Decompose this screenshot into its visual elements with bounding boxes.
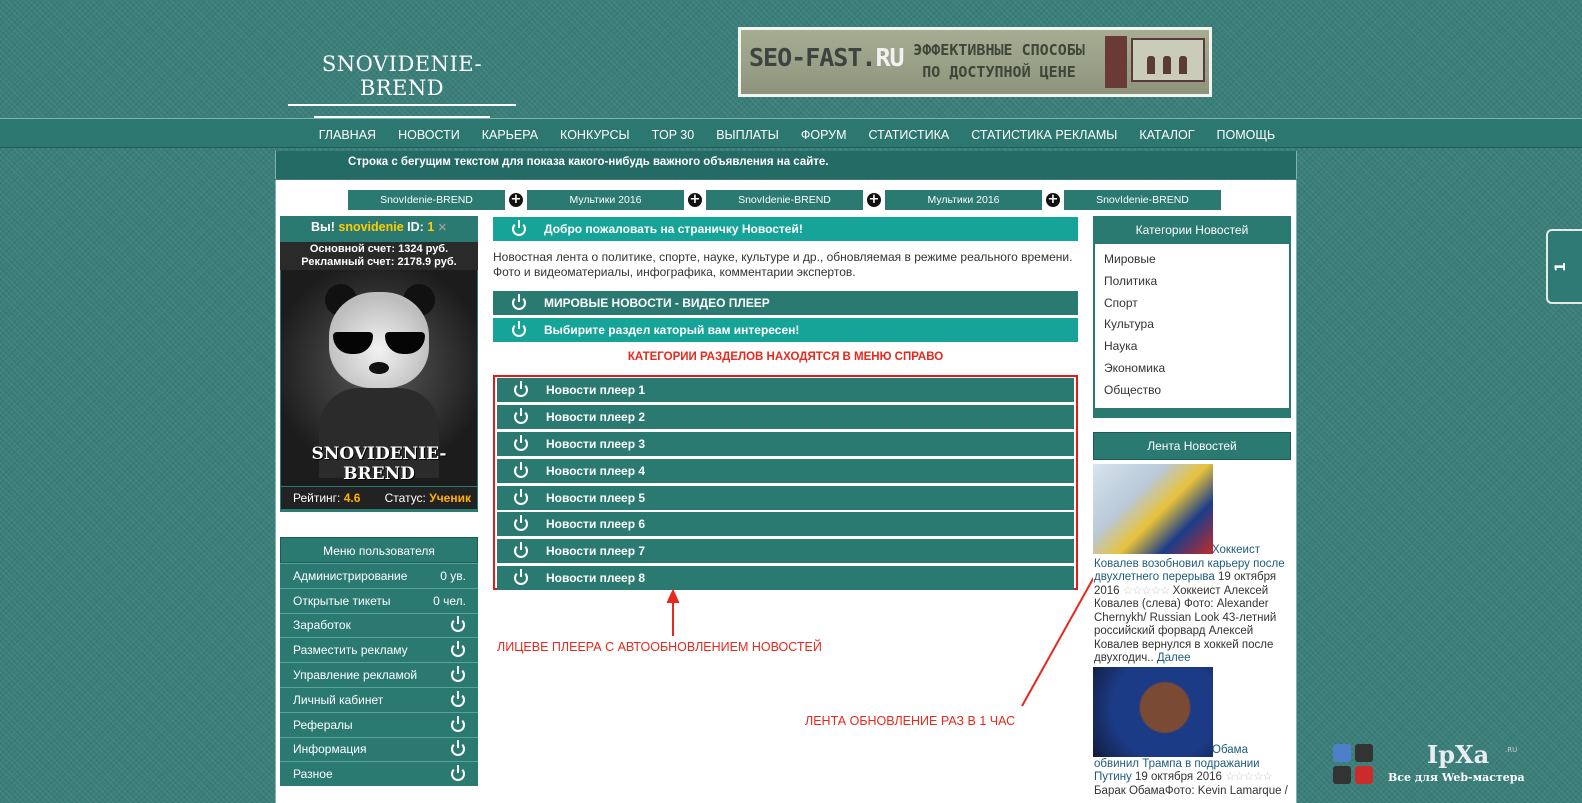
ipxa-watermark: IpXa .RU Все для Web-мастера <box>1333 740 1528 790</box>
feed-thumb-hockey[interactable] <box>1093 464 1213 554</box>
logo-square <box>1333 766 1351 784</box>
feed-more-link[interactable]: Далее <box>1157 652 1191 664</box>
category-science[interactable]: Наука <box>1104 339 1289 361</box>
category-world[interactable]: Мировые <box>1104 252 1289 274</box>
category-society[interactable]: Общество <box>1104 383 1289 405</box>
categories-footer <box>1095 408 1289 416</box>
annotation-players: ЛИЦЕВЕ ПЛЕЕРА С АВТООБНОВЛЕНИЕМ НОВОСТЕЙ <box>497 640 822 654</box>
category-culture[interactable]: Культура <box>1104 317 1289 339</box>
watermark-brand: IpXa <box>1427 740 1490 769</box>
logo-square <box>1333 744 1351 762</box>
category-sport[interactable]: Спорт <box>1104 296 1289 318</box>
feed-body: Барак ОбамаФото: Kevin Lamarque / <box>1094 784 1288 797</box>
side-feedback-tab[interactable]: 1 <box>1546 229 1582 304</box>
watermark-tagline: Все для Web-мастера <box>1388 771 1525 784</box>
annotation-feed: ЛЕНТА ОБНОВЛЕНИЕ РАЗ В 1 ЧАС <box>805 714 1016 728</box>
logo-square <box>1355 766 1373 784</box>
feed-date: 19 октября 2016 <box>1135 771 1222 783</box>
feed-title: Лента Новостей <box>1093 432 1291 460</box>
watermark-suffix: .RU <box>1505 746 1518 754</box>
rating-stars-icon[interactable]: ☆☆☆☆☆ <box>1225 771 1273 783</box>
feed-item-2: Обама обвинил Трампа в подражании Путину… <box>1094 744 1291 798</box>
category-economy[interactable]: Экономика <box>1104 361 1289 383</box>
annotation-arrows <box>666 454 1164 707</box>
logo-square <box>1355 744 1373 762</box>
arrow-head <box>666 588 680 603</box>
categories-panel: Категории Новостей Мировые Политика Спор… <box>1093 216 1291 418</box>
feed-item-1: Хоккеист Ковалев возобновил карьеру посл… <box>1094 544 1291 666</box>
category-politics[interactable]: Политика <box>1104 274 1289 296</box>
categories-title: Категории Новостей <box>1095 218 1289 244</box>
rating-stars-icon[interactable]: ☆☆☆☆☆ <box>1123 585 1171 597</box>
